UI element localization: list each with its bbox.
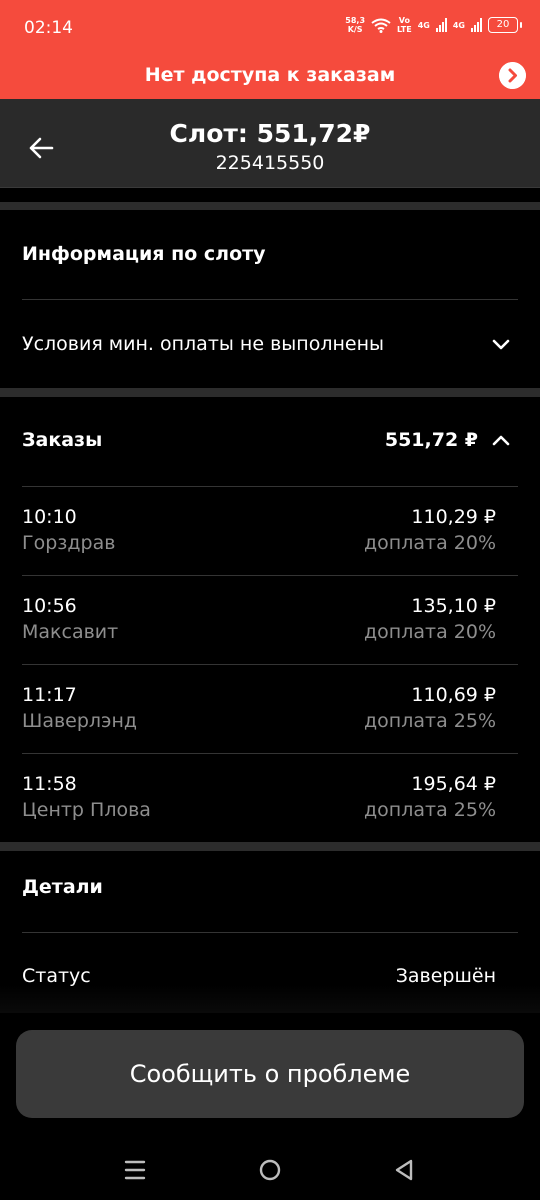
order-name: Центр Плова xyxy=(22,799,151,821)
scroll-fade xyxy=(0,985,540,1013)
back-icon[interactable] xyxy=(394,1158,414,1182)
slot-header: Слот: 551,72₽ 225415550 xyxy=(0,99,540,188)
order-time: 11:58 xyxy=(22,773,77,795)
status-label: Статус xyxy=(22,965,91,987)
network-speed-unit: K/S xyxy=(347,25,363,34)
home-icon[interactable] xyxy=(258,1158,282,1182)
order-amount: 110,69 ₽ xyxy=(411,684,496,706)
order-name: Горздрав xyxy=(22,532,116,554)
network-speed: 58,3 K/S xyxy=(345,16,365,34)
banner-text: Нет доступа к заказам xyxy=(144,64,396,86)
volte-top: Vo xyxy=(398,16,410,25)
divider xyxy=(22,486,518,487)
network-speed-value: 58,3 xyxy=(345,16,366,25)
order-time: 11:17 xyxy=(22,684,77,706)
orders-total: 551,72 ₽ xyxy=(384,429,478,451)
divider xyxy=(22,932,518,933)
network-type-2: 4G xyxy=(452,20,465,30)
divider xyxy=(22,753,518,754)
order-time: 10:10 xyxy=(22,506,77,528)
order-surcharge: доплата 25% xyxy=(364,710,496,732)
conditions-text: Условия мин. оплаты не выполнены xyxy=(22,333,385,355)
signal-icon xyxy=(435,18,447,32)
report-problem-button[interactable]: Сообщить о проблеме xyxy=(16,1030,524,1118)
section-separator xyxy=(0,842,540,851)
status-bar: 02:14 58,3 K/S Vo LTE 4G 4G 20 xyxy=(0,0,540,56)
status-time: 02:14 xyxy=(24,18,73,38)
menu-icon[interactable] xyxy=(124,1160,146,1180)
status-value: Завершён xyxy=(395,965,496,987)
order-amount: 110,29 ₽ xyxy=(411,506,496,528)
chevron-up-icon[interactable] xyxy=(492,434,510,446)
orders-title: Заказы xyxy=(22,429,103,451)
order-name: Максавит xyxy=(22,621,119,643)
section-separator xyxy=(0,388,540,397)
wifi-icon xyxy=(371,18,391,33)
no-access-banner[interactable]: Нет доступа к заказам xyxy=(0,56,540,99)
order-surcharge: доплата 25% xyxy=(364,799,496,821)
order-time: 10:56 xyxy=(22,595,77,617)
order-amount: 195,64 ₽ xyxy=(411,773,496,795)
section-separator xyxy=(0,202,540,210)
battery-level: 20 xyxy=(496,19,510,30)
details-title: Детали xyxy=(22,876,103,898)
order-surcharge: доплата 20% xyxy=(364,621,496,643)
network-type-1: 4G xyxy=(417,20,430,30)
divider xyxy=(22,664,518,665)
battery-icon: 20 xyxy=(488,17,522,33)
order-amount: 135,10 ₽ xyxy=(411,595,496,617)
status-icons: 58,3 K/S Vo LTE 4G 4G 20 xyxy=(345,16,522,34)
slot-info-title: Информация по слоту xyxy=(22,243,266,265)
order-surcharge: доплата 20% xyxy=(364,532,496,554)
slot-id: 225415550 xyxy=(215,152,325,174)
chevron-down-icon[interactable] xyxy=(492,339,510,351)
chevron-right-icon[interactable] xyxy=(499,62,526,89)
divider xyxy=(22,575,518,576)
system-nav-bar xyxy=(0,1134,540,1200)
volte-bottom: LTE xyxy=(397,25,412,34)
page-title: Слот: 551,72₽ xyxy=(169,119,371,148)
order-name: Шаверлэнд xyxy=(22,710,138,732)
signal-icon xyxy=(471,18,482,32)
divider xyxy=(22,299,518,300)
volte-indicator: Vo LTE xyxy=(397,16,412,34)
